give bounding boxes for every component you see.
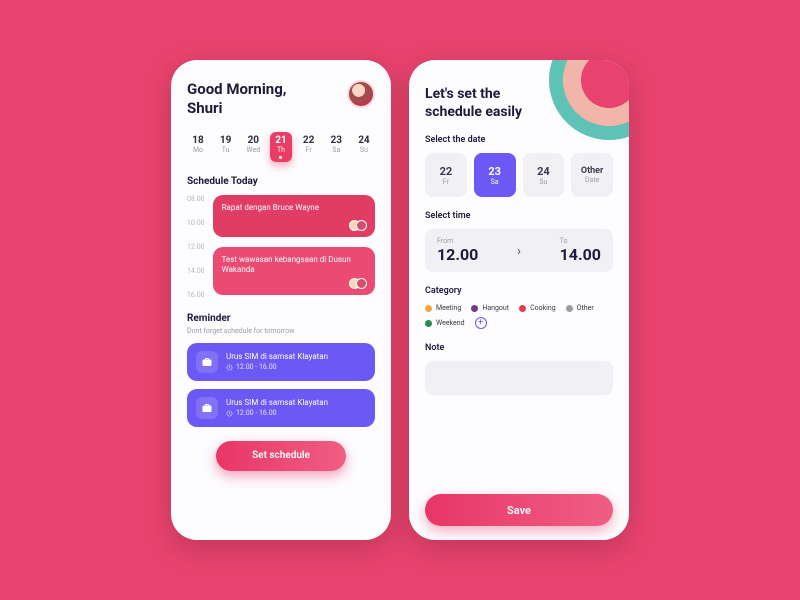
- select-time-label: Select time: [425, 211, 613, 221]
- schedule-today-label: Schedule Today: [187, 176, 375, 187]
- time-picker[interactable]: From 12.00 › To 14.00: [425, 229, 613, 272]
- reminder-subtitle: Dont forget schedule for tomorrow: [187, 327, 375, 335]
- add-category-button[interactable]: +: [475, 317, 487, 329]
- reminder-card[interactable]: Urus SIM di samsat Klayatan 12.00 - 16.0…: [187, 343, 375, 381]
- set-schedule-button[interactable]: Set schedule: [216, 441, 346, 471]
- category-cooking[interactable]: Cooking: [519, 304, 556, 312]
- event-card[interactable]: Rapat dengan Bruce Wayne: [213, 195, 375, 237]
- category-weekend[interactable]: Weekend: [425, 319, 465, 327]
- greeting-line2: Shuri: [187, 99, 286, 118]
- event-title: Rapat dengan Bruce Wayne: [222, 203, 319, 212]
- category-list: Meeting Hangout Cooking Other Weekend +: [425, 304, 613, 329]
- reminder-title: Urus SIM di samsat Klayatan: [226, 398, 366, 407]
- greeting: Good Morning, Shuri: [187, 80, 286, 118]
- date-21-selected[interactable]: 21Th: [270, 132, 292, 162]
- event-title: Test wawasan kebangsaan di Dusun Wakanda: [222, 255, 351, 274]
- note-label: Note: [425, 343, 613, 353]
- reminder-title: Urus SIM di samsat Klayatan: [226, 352, 366, 361]
- briefcase-icon: [196, 351, 218, 373]
- greeting-line1: Good Morning,: [187, 80, 286, 99]
- date-strip: 18Mo 19Tu 20Wed 21Th 22Fr 23Sa 24Su: [187, 132, 375, 162]
- reminder-card[interactable]: Urus SIM di samsat Klayatan 12.00 - 16.0…: [187, 389, 375, 427]
- date-picker: 22Fr 23Sa 24Su OtherDate: [425, 153, 613, 197]
- chevron-right-icon: ›: [517, 244, 521, 258]
- attendees: [353, 220, 367, 231]
- date-20[interactable]: 20Wed: [242, 132, 264, 162]
- save-button[interactable]: Save: [425, 494, 613, 526]
- date-23[interactable]: 23Sa: [325, 132, 347, 162]
- category-meeting[interactable]: Meeting: [425, 304, 461, 312]
- date-22[interactable]: 22Fr: [298, 132, 320, 162]
- create-schedule-screen: Let's set the schedule easily Select the…: [409, 60, 629, 540]
- reminder-label: Reminder: [187, 313, 375, 324]
- attendees: [353, 278, 367, 289]
- date-option-22[interactable]: 22Fr: [425, 153, 467, 197]
- category-hangout[interactable]: Hangout: [471, 304, 509, 312]
- schedule-screen: Good Morning, Shuri 18Mo 19Tu 20Wed 21Th…: [171, 60, 391, 540]
- time-scale: 08.00 10.00 12.00 14.00 16.00: [187, 195, 205, 299]
- category-other[interactable]: Other: [566, 304, 594, 312]
- time-to[interactable]: To 14.00: [560, 237, 601, 264]
- avatar[interactable]: [347, 80, 375, 108]
- reminder-time: 12.00 - 16.00: [226, 363, 366, 371]
- page-title: Let's set the schedule easily: [425, 86, 613, 121]
- date-24[interactable]: 24Su: [353, 132, 375, 162]
- briefcase-icon: [196, 397, 218, 419]
- date-18[interactable]: 18Mo: [187, 132, 209, 162]
- note-input[interactable]: [425, 361, 613, 395]
- select-date-label: Select the date: [425, 135, 613, 145]
- time-from[interactable]: From 12.00: [437, 237, 478, 264]
- event-card[interactable]: Test wawasan kebangsaan di Dusun Wakanda: [213, 247, 375, 296]
- date-19[interactable]: 19Tu: [215, 132, 237, 162]
- reminder-time: 12.00 - 16.00: [226, 409, 366, 417]
- date-option-24[interactable]: 24Su: [523, 153, 565, 197]
- date-option-other[interactable]: OtherDate: [571, 153, 613, 197]
- date-option-23-selected[interactable]: 23Sa: [474, 153, 516, 197]
- category-label: Category: [425, 286, 613, 296]
